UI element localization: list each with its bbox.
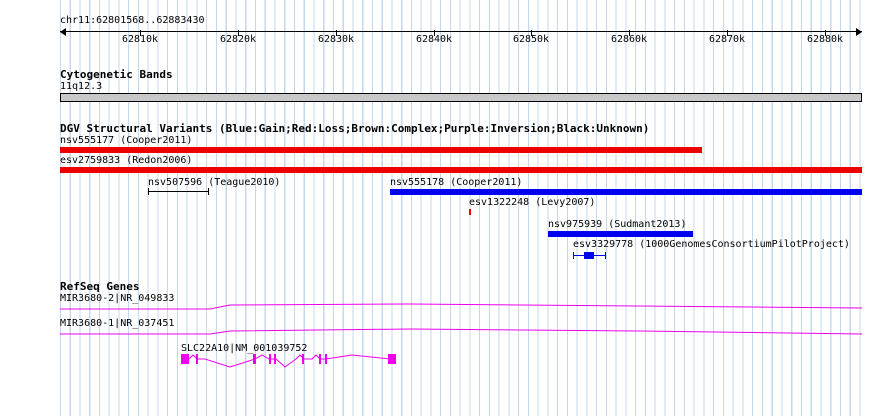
gene-exon (319, 354, 321, 364)
gene-exon (302, 354, 304, 364)
gene-mir3680-1-line[interactable] (60, 328, 863, 335)
gene-models (60, 303, 863, 368)
gene-exon (388, 354, 396, 364)
gene-exon (196, 354, 198, 364)
genome-browser: chr11:62801568..62883430 62810k 62820k 6… (0, 0, 890, 416)
gene-slc22a10-introns[interactable] (181, 354, 396, 368)
gene-exon (274, 354, 276, 364)
gene-mir3680-2-line[interactable] (60, 303, 863, 310)
gene-exon (181, 354, 189, 364)
gene-exon (325, 354, 327, 364)
gene-exon (269, 354, 271, 364)
gene-exon (253, 354, 256, 364)
